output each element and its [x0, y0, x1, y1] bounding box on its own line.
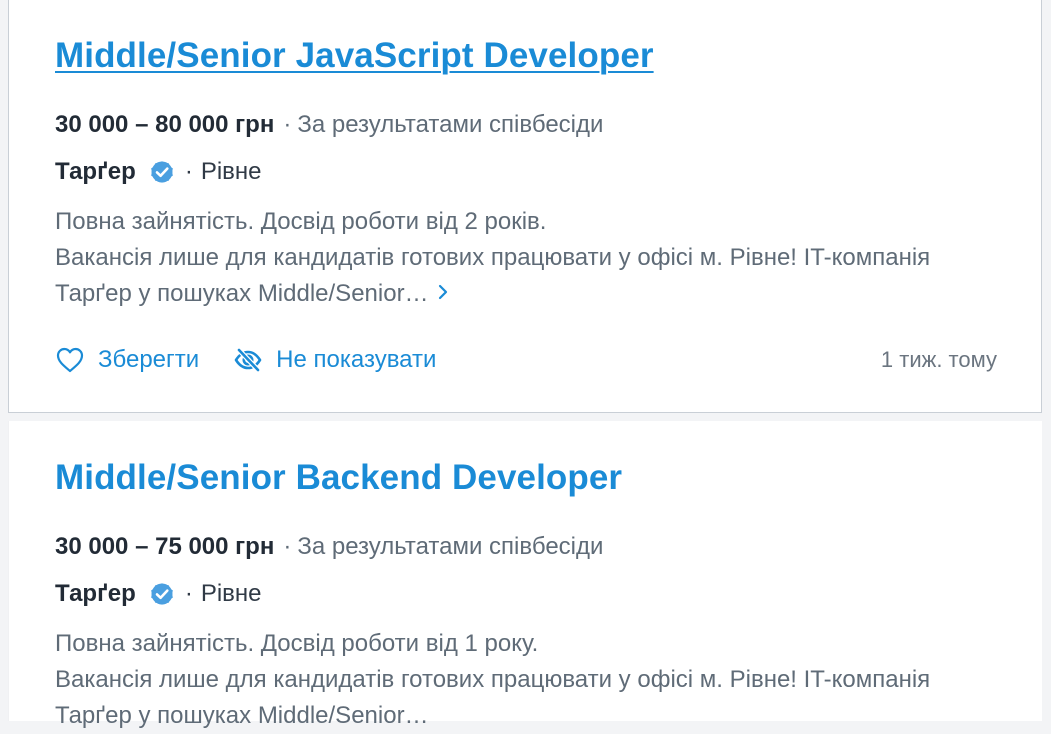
salary-note: За результатами співбесіди: [297, 111, 604, 138]
description-line: Повна зайнятість. Досвід роботи від 1 ро…: [55, 630, 539, 657]
vacancy-description: Повна зайнятість. Досвід роботи від 1 ро…: [55, 626, 1015, 734]
chevron-right-icon[interactable]: [437, 275, 449, 311]
vacancy-card: Middle/Senior Backend Developer 30 000 –…: [8, 421, 1042, 729]
save-label: Зберегти: [98, 346, 200, 373]
vacancy-title-link[interactable]: Middle/Senior JavaScript Developer: [55, 36, 654, 75]
verified-badge-icon: [149, 581, 175, 607]
company-name[interactable]: Тарґер: [55, 158, 136, 186]
separator-dot: ·: [184, 580, 193, 607]
description-line: Повна зайнятість. Досвід роботи від 2 ро…: [55, 208, 547, 235]
hide-label: Не показувати: [276, 346, 437, 373]
posted-time: 1 тиж. тому: [880, 347, 997, 372]
save-button[interactable]: Зберегти: [55, 346, 199, 374]
salary-row: 30 000 – 80 000 грн · За результатами спів…: [55, 111, 603, 139]
city: · Рівне: [185, 580, 262, 608]
salary-note: За результатами співбесіди: [297, 533, 604, 560]
city-name: Рівне: [200, 580, 262, 607]
heart-icon: [56, 347, 84, 373]
separator-dot: ·: [283, 533, 292, 560]
separator-dot: ·: [283, 111, 292, 138]
salary-row: 30 000 – 75 000 грн · За результатами спів…: [55, 533, 603, 561]
company-row: Тарґер · Рівне: [55, 158, 262, 186]
description-line-last: Тарґер у пошуках Middle/Senior…: [55, 702, 429, 729]
description-line-last: Тарґер у пошуках Middle/Senior…: [55, 276, 1015, 312]
description-line: Вакансія лише для кандидатів готових пра…: [55, 244, 931, 271]
vacancy-actions: Зберегти Не показувати 1 тиж. тому: [55, 346, 997, 374]
company-name[interactable]: Тарґер: [55, 580, 136, 608]
company-row: Тарґер · Рівне: [55, 580, 262, 608]
description-line: Вакансія лише для кандидатів готових пра…: [55, 666, 931, 693]
salary-range: 30 000 – 75 000 грн: [55, 533, 275, 560]
description-text: Тарґер у пошуках Middle/Senior…: [55, 280, 429, 307]
vacancy-title-link[interactable]: Middle/Senior Backend Developer: [55, 458, 622, 497]
salary-range: 30 000 – 80 000 грн: [55, 111, 275, 138]
vacancy-description: Повна зайнятість. Досвід роботи від 2 ро…: [55, 204, 1015, 312]
city: · Рівне: [185, 158, 262, 186]
hide-button[interactable]: Не показувати: [233, 346, 436, 374]
vacancy-feed: Middle/Senior JavaScript Developer 30 00…: [0, 0, 1051, 729]
separator-dot: ·: [184, 158, 193, 185]
eye-off-icon: [234, 347, 262, 373]
vacancy-card: Middle/Senior JavaScript Developer 30 00…: [8, 0, 1042, 413]
city-name: Рівне: [200, 158, 262, 185]
verified-badge-icon: [149, 159, 175, 185]
vacancy-title[interactable]: Middle/Senior JavaScript Developer: [55, 36, 654, 76]
vacancy-title[interactable]: Middle/Senior Backend Developer: [55, 458, 622, 498]
